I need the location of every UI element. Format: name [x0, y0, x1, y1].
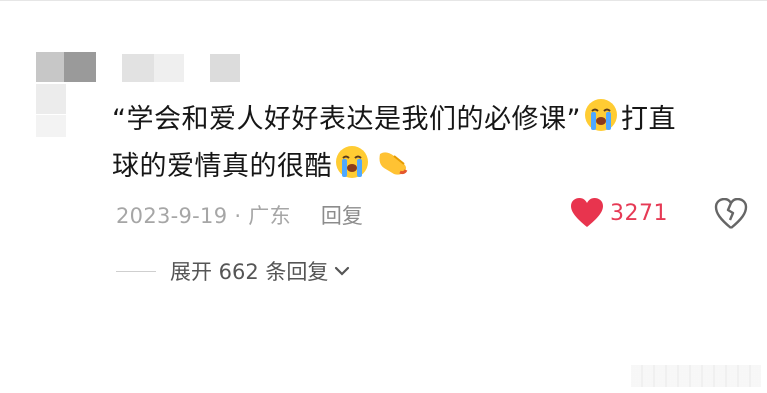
top-divider — [0, 0, 767, 1]
comment-line1: “学会和爱人好好表达是我们的必修课” — [112, 104, 581, 135]
comment-line1-tail: 打直 — [620, 104, 676, 135]
reply-divider-line — [116, 270, 156, 272]
broken-heart-icon[interactable] — [714, 198, 748, 230]
comment-meta: 2023-9-19 · 广东 回复 — [116, 200, 363, 230]
reply-button[interactable]: 回复 — [321, 200, 363, 230]
chevron-down-icon — [335, 266, 350, 276]
loudly-crying-face-icon — [336, 146, 368, 178]
redaction-block — [64, 52, 96, 82]
pointing-hand-icon — [379, 152, 408, 175]
redaction-block — [36, 52, 64, 82]
comment-text: “学会和爱人好好表达是我们的必修课” 打直 球的爱情真的很酷 — [112, 96, 732, 190]
comment-line2: 球的爱情真的很酷 — [112, 151, 332, 182]
redaction-block — [154, 54, 184, 82]
loudly-crying-face-icon — [584, 99, 617, 131]
redaction-block — [122, 54, 154, 82]
expand-replies-button[interactable]: 展开 662 条回复 — [116, 256, 350, 286]
date-location: 2023-9-19 · 广东 — [116, 204, 291, 228]
redaction-block — [36, 115, 66, 137]
redaction-block — [210, 54, 240, 82]
redaction-block — [36, 84, 66, 114]
watermark — [631, 365, 761, 387]
like-count: 3271 — [610, 200, 668, 226]
like-button[interactable]: 3271 — [570, 198, 668, 228]
heart-icon — [571, 198, 603, 227]
expand-replies-label: 展开 662 条回复 — [170, 260, 329, 284]
